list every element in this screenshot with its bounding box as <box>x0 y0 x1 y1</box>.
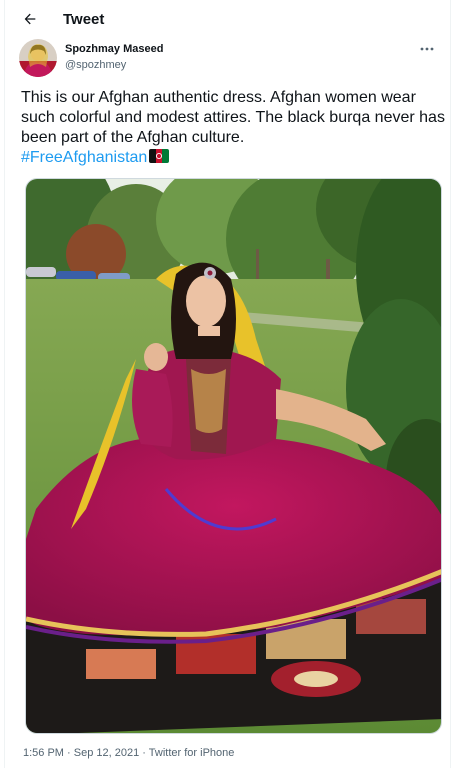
top-bar: Tweet <box>5 0 452 38</box>
afghanistan-flag-icon <box>149 149 170 163</box>
author-handle[interactable]: @spozhmey <box>65 58 163 72</box>
more-options-button[interactable] <box>414 40 440 58</box>
ellipsis-icon <box>420 47 434 51</box>
back-button[interactable] <box>13 2 47 36</box>
hashtag-link[interactable]: #FreeAfghanistan <box>21 149 147 166</box>
author-names: Spozhmay Maseed @spozhmey <box>65 42 163 72</box>
author-display-name[interactable]: Spozhmay Maseed <box>65 42 163 56</box>
page-title: Tweet <box>63 10 105 28</box>
avatar[interactable] <box>19 39 57 77</box>
tweet-meta: 1:56 PM · Sep 12, 2021 · Twitter for iPh… <box>23 747 234 759</box>
meta-separator: · <box>139 747 149 759</box>
tweet-body: This is our Afghan authentic dress. Afgh… <box>21 88 446 168</box>
tweet-photo[interactable] <box>25 178 442 734</box>
tweet-text: This is our Afghan authentic dress. Afgh… <box>21 89 445 146</box>
author-row: Spozhmay Maseed @spozhmey <box>5 38 452 82</box>
arrow-left-icon <box>24 13 36 25</box>
tweet-source[interactable]: Twitter for iPhone <box>149 747 235 759</box>
tweet-page: Tweet Spozhmay Maseed @spozhmey This is … <box>4 0 451 768</box>
tweet-date[interactable]: Sep 12, 2021 <box>74 747 139 759</box>
tweet-time[interactable]: 1:56 PM <box>23 747 64 759</box>
meta-separator: · <box>63 747 74 759</box>
